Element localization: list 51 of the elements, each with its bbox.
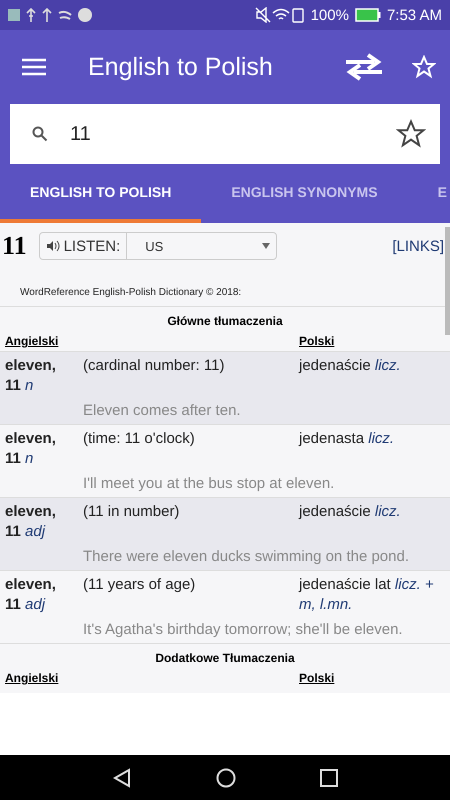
back-icon[interactable] — [112, 768, 132, 788]
dropdown-arrow-icon — [262, 243, 270, 249]
accent-value: US — [145, 238, 164, 254]
recents-icon[interactable] — [320, 768, 338, 786]
translation: jedenaście licz. — [299, 356, 402, 376]
listen-selector[interactable]: LISTEN: US — [38, 232, 278, 260]
copyright-text: WordReference English-Polish Dictionary © 2018: — [19, 286, 242, 300]
clock: 7:53 AM — [386, 6, 442, 24]
column-header: Polski — [299, 671, 336, 685]
home-icon[interactable] — [216, 768, 236, 788]
translation: jedenaście lat licz. + m, l.mn. — [299, 575, 435, 615]
section-title: Dodatkowe Tłumaczenia — [154, 650, 296, 667]
star-icon[interactable] — [396, 119, 426, 149]
example-sentence: It's Agatha's birthday tomorrow; she'll be eleven. — [83, 620, 404, 638]
swap-arrows-icon[interactable] — [344, 52, 384, 82]
example-sentence: There were eleven ducks swimming on the pond. — [83, 547, 410, 565]
dot-icon — [78, 8, 92, 22]
headword: 11 — [2, 231, 27, 261]
term: eleven, 11 n — [5, 356, 57, 396]
battery-level: 100% — [310, 6, 349, 24]
tab[interactable]: E — [408, 164, 450, 223]
column-header: Polski — [299, 334, 336, 348]
term: eleven, 11 adj — [5, 575, 57, 615]
search-icon — [32, 126, 48, 142]
menu-icon[interactable] — [22, 58, 46, 76]
example-sentence: Eleven comes after ten. — [83, 401, 242, 419]
definition: (11 years of age) — [83, 575, 196, 595]
column-header: Angielski — [5, 334, 58, 348]
term: eleven, 11 n — [5, 429, 57, 469]
translation: jedenasta licz. — [299, 429, 396, 449]
tab[interactable]: ENGLISH SYNONYMS — [201, 164, 408, 223]
term: eleven, 11 adj — [5, 502, 57, 542]
usb-icon — [42, 8, 52, 22]
definition: (time: 11 o'clock) — [83, 429, 196, 449]
speaker-icon — [46, 240, 60, 252]
system-icons — [254, 7, 305, 23]
links-link[interactable]: [LINKS] — [392, 238, 444, 254]
definition: (11 in number) — [83, 502, 180, 522]
translation: jedenaście licz. — [299, 502, 402, 522]
usb-icon — [26, 8, 36, 22]
column-header: Angielski — [5, 671, 58, 685]
app-title: English to Polish — [88, 52, 274, 82]
search-input[interactable]: 11 — [68, 122, 396, 146]
search-field[interactable]: 11 — [10, 104, 440, 164]
swipe-icon — [58, 10, 72, 20]
section-title: Główne tłumaczenia — [166, 313, 284, 330]
image-icon — [8, 9, 20, 21]
example-sentence: I'll meet you at the bus stop at eleven. — [83, 474, 336, 492]
definition: (cardinal number: 11) — [83, 356, 226, 376]
battery-icon — [354, 8, 381, 22]
listen-label: LISTEN: — [64, 238, 120, 254]
